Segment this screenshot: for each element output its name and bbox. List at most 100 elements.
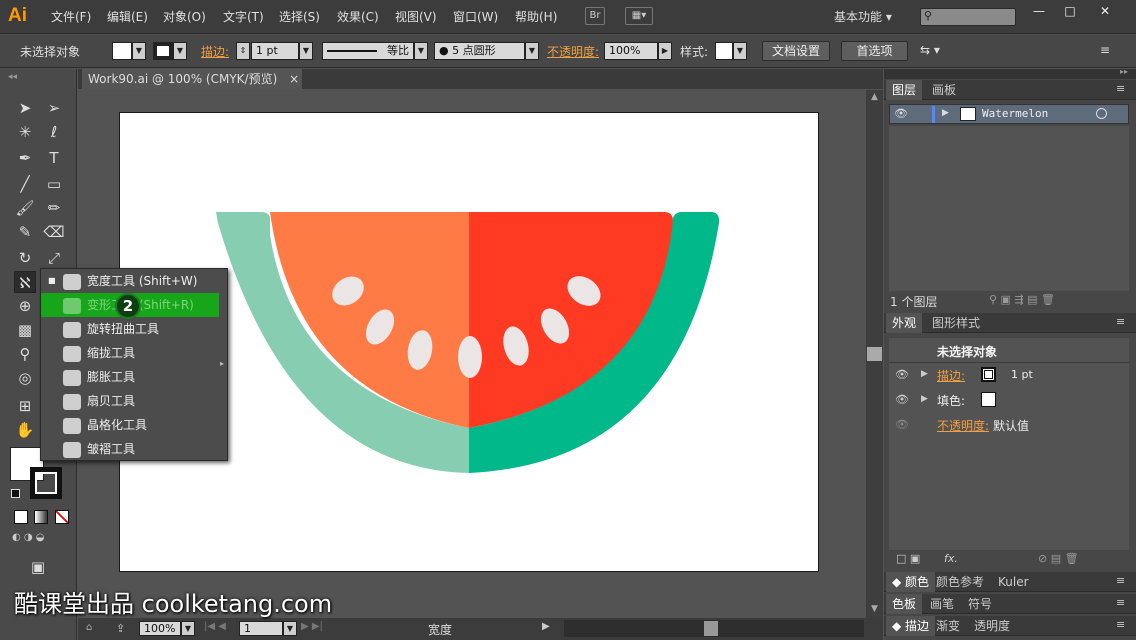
brush-select[interactable]: ● 5 点圆形 bbox=[434, 42, 525, 60]
paintbrush-tool-icon[interactable]: 🖌 bbox=[14, 197, 36, 219]
bridge-button[interactable]: Br bbox=[585, 7, 605, 25]
tab-swatches[interactable]: 色板 bbox=[886, 594, 923, 614]
tab-layers[interactable]: 图层 bbox=[886, 80, 923, 100]
layer-tools-icon[interactable]: ⚲ ▣ ⇶ ▤ 🗑 bbox=[989, 293, 1055, 306]
line-tool-icon[interactable]: ╱ bbox=[14, 173, 36, 195]
hand-tool-icon[interactable]: ✋ bbox=[14, 419, 36, 441]
default-colors-icon[interactable] bbox=[11, 489, 20, 498]
magic-wand-tool-icon[interactable]: ✳ bbox=[14, 121, 36, 143]
opacity-dropdown-icon[interactable]: ▶ bbox=[658, 42, 672, 60]
search-input[interactable]: ⚲ bbox=[920, 8, 1016, 26]
workspace-switcher[interactable]: 基本功能 ▾ bbox=[834, 8, 892, 25]
appearance-stroke-label[interactable]: 描边: bbox=[937, 367, 965, 384]
brush-dropdown-icon[interactable]: ▼ bbox=[525, 42, 539, 60]
scale-tool-icon[interactable]: ⤢ bbox=[43, 247, 65, 269]
flyout-item-crystallize[interactable]: 晶格化工具 bbox=[41, 413, 221, 437]
export-icon[interactable]: ⇪ bbox=[116, 622, 125, 635]
tearoff-icon[interactable]: ▸ bbox=[220, 359, 224, 368]
symbol-sprayer-tool-icon[interactable]: ◎ bbox=[14, 367, 36, 389]
artboard-tool-icon[interactable]: ⊞ bbox=[14, 395, 36, 417]
shape-builder-tool-icon[interactable]: ⊕ bbox=[14, 295, 36, 317]
menu-effect[interactable]: 效果(C) bbox=[337, 8, 379, 25]
expand-arrow-icon[interactable]: ▶ bbox=[942, 108, 949, 118]
opacity-field[interactable]: 100% bbox=[604, 42, 658, 60]
width-tool-icon[interactable]: ℵ bbox=[14, 271, 36, 293]
document-setup-button[interactable]: 文档设置 bbox=[762, 41, 830, 61]
scroll-up-icon[interactable]: ▲ bbox=[868, 92, 881, 104]
zoom-dropdown-icon[interactable]: ▼ bbox=[181, 621, 195, 636]
scroll-down-icon[interactable]: ▼ bbox=[868, 604, 881, 616]
tab-artboards[interactable]: 画板 bbox=[926, 80, 962, 100]
pencil-tool-icon[interactable]: ✏ bbox=[43, 197, 65, 219]
tab-stroke[interactable]: ◆ 描边 bbox=[886, 616, 936, 636]
artboard-nav-icon[interactable]: ⌂ bbox=[86, 622, 92, 633]
close-tab-icon[interactable]: × bbox=[289, 72, 299, 86]
first-artboard-icon[interactable]: |◀ ◀ bbox=[204, 621, 226, 632]
fill-expand-icon[interactable]: ▶ bbox=[921, 394, 928, 404]
stroke-stepper[interactable]: ⇕ bbox=[236, 42, 250, 60]
stroke-profile-dropdown-icon[interactable]: ▼ bbox=[414, 42, 428, 60]
color-mode-icon[interactable] bbox=[14, 510, 28, 524]
layer-name[interactable]: Watermelon bbox=[982, 107, 1048, 120]
lasso-tool-icon[interactable]: ℓ bbox=[43, 121, 65, 143]
rectangle-tool-icon[interactable]: ▭ bbox=[43, 173, 65, 195]
stroke-weight-field[interactable]: 1 pt bbox=[251, 42, 299, 60]
flyout-item-width[interactable]: ■ 宽度工具 (Shift+W) bbox=[41, 269, 221, 293]
flyout-item-twirl[interactable]: 旋转扭曲工具 bbox=[41, 317, 221, 341]
preferences-button[interactable]: 首选项 bbox=[841, 41, 908, 61]
flyout-item-bloat[interactable]: 膨胀工具 bbox=[41, 365, 221, 389]
menu-window[interactable]: 窗口(W) bbox=[453, 8, 498, 25]
stroke-dropdown-icon[interactable]: ▼ bbox=[173, 42, 187, 60]
visibility-eye-icon[interactable]: 👁 bbox=[894, 107, 908, 120]
artboard-number-field[interactable]: 1 bbox=[239, 621, 283, 636]
arrange-icon[interactable]: ⇆ ▾ bbox=[920, 43, 940, 57]
document-tab[interactable]: Work90.ai @ 100% (CMYK/预览) × bbox=[82, 69, 302, 89]
stroke-color-swatch[interactable] bbox=[30, 467, 62, 499]
hscroll-thumb[interactable] bbox=[704, 621, 718, 636]
next-artboard-icon[interactable]: ▶ ▶| bbox=[301, 621, 323, 632]
stroke-expand-icon[interactable]: ▶ bbox=[921, 369, 928, 379]
tab-kuler[interactable]: Kuler bbox=[992, 572, 1035, 592]
menu-view[interactable]: 视图(V) bbox=[395, 8, 437, 25]
direct-selection-tool-icon[interactable]: ➢ bbox=[43, 97, 65, 119]
appearance-fill-swatch[interactable] bbox=[981, 392, 996, 407]
color-menu-icon[interactable]: ≡ bbox=[1116, 574, 1125, 587]
stroke-profile-select[interactable]: 等比 bbox=[322, 42, 414, 60]
fill-swatch[interactable] bbox=[112, 42, 132, 60]
menu-help[interactable]: 帮助(H) bbox=[515, 8, 557, 25]
none-mode-icon[interactable] bbox=[55, 510, 69, 524]
stroke-label[interactable]: 描边: bbox=[201, 43, 229, 60]
zoom-field[interactable]: 100% bbox=[139, 621, 181, 636]
flyout-item-pucker[interactable]: 缩拢工具 bbox=[41, 341, 221, 365]
add-stroke-icon[interactable]: □ ▣ bbox=[896, 552, 920, 565]
artboard-dropdown-icon[interactable]: ▼ bbox=[283, 621, 297, 636]
menu-type[interactable]: 文字(T) bbox=[223, 8, 264, 25]
tab-appearance[interactable]: 外观 bbox=[886, 313, 923, 333]
close-window-button[interactable]: ✕ bbox=[1090, 3, 1120, 19]
swatches-menu-icon[interactable]: ≡ bbox=[1116, 596, 1125, 609]
style-dropdown-icon[interactable]: ▼ bbox=[733, 42, 747, 60]
pen-tool-icon[interactable]: ✒ bbox=[14, 147, 36, 169]
tab-color[interactable]: ◆ 颜色 bbox=[886, 572, 936, 592]
selection-tool-icon[interactable]: ➤ bbox=[14, 97, 36, 119]
stroke-menu-icon[interactable]: ≡ bbox=[1116, 618, 1125, 631]
tab-graphic-styles[interactable]: 图形样式 bbox=[926, 313, 986, 333]
type-tool-icon[interactable]: T bbox=[43, 147, 65, 169]
minimize-button[interactable]: — bbox=[1024, 3, 1054, 19]
layer-row[interactable]: 👁 ▶ Watermelon bbox=[889, 104, 1129, 124]
tab-transparency[interactable]: 透明度 bbox=[968, 616, 1016, 636]
appearance-tools-icon[interactable]: ⊘ ▤ 🗑 bbox=[1038, 552, 1079, 565]
gradient-mode-icon[interactable] bbox=[34, 510, 48, 524]
vertical-scrollbar[interactable]: ▲ ▼ bbox=[866, 90, 883, 618]
menu-file[interactable]: 文件(F) bbox=[51, 8, 91, 25]
status-menu-icon[interactable]: ▶ bbox=[542, 621, 550, 632]
rotate-tool-icon[interactable]: ↻ bbox=[14, 247, 36, 269]
menu-select[interactable]: 选择(S) bbox=[279, 8, 320, 25]
tab-brushes[interactable]: 画笔 bbox=[924, 594, 960, 614]
horizontal-scrollbar[interactable] bbox=[564, 620, 864, 637]
scroll-thumb[interactable] bbox=[867, 347, 882, 361]
flyout-item-wrinkle[interactable]: 皱褶工具 bbox=[41, 437, 221, 461]
stroke-visibility-icon[interactable]: 👁 bbox=[895, 368, 909, 381]
fx-icon[interactable]: fx. bbox=[944, 552, 958, 565]
blob-brush-tool-icon[interactable]: ✎ bbox=[14, 221, 36, 243]
